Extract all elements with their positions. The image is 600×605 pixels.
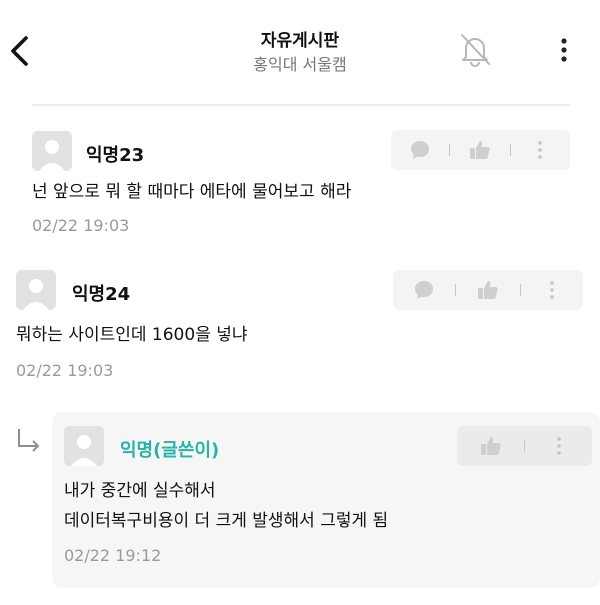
avatar — [32, 131, 72, 171]
anonymous-user-icon — [16, 270, 56, 310]
comment-action-bar — [391, 130, 570, 170]
thumbs-up-icon — [470, 141, 490, 159]
comment-more-button[interactable] — [525, 435, 592, 457]
comment-action-bar — [393, 270, 583, 310]
more-options-button[interactable] — [552, 32, 576, 68]
page-subtitle: 홍익대 서울캠 — [253, 55, 347, 74]
bell-off-icon — [461, 34, 490, 67]
avatar — [64, 426, 104, 466]
reply-comment: 익명(글쓴이) 내가 중간에 실수해서 데이터복구비용이 더 크게 발생해서 그… — [52, 412, 600, 588]
thumbs-up-icon — [478, 281, 498, 299]
like-button[interactable] — [450, 138, 510, 162]
comment-author-op: 익명(글쓴이) — [120, 440, 220, 461]
vertical-dots-icon — [550, 281, 554, 299]
comment-timestamp: 02/22 19:03 — [16, 361, 114, 380]
header-divider — [32, 104, 570, 106]
comment-action-bar — [457, 426, 592, 466]
avatar — [16, 270, 56, 310]
speech-bubble-icon — [415, 281, 433, 299]
like-button[interactable] — [457, 434, 524, 458]
reply-arrow-icon — [14, 426, 44, 456]
page-title: 자유게시판 — [260, 31, 340, 51]
top-bar: 자유게시판 홍익대 서울캠 — [0, 0, 600, 100]
comment-text-line: 데이터복구비용이 더 크게 발생해서 그렇게 됨 — [64, 511, 389, 531]
comment-timestamp: 02/22 19:12 — [64, 546, 162, 565]
vertical-dots-icon — [556, 437, 561, 455]
notification-toggle-button[interactable] — [456, 30, 494, 68]
comment-author: 익명24 — [72, 284, 131, 305]
comment-text-line: 내가 중간에 실수해서 — [64, 481, 216, 501]
like-button[interactable] — [456, 278, 520, 302]
reply-button[interactable] — [393, 278, 455, 302]
vertical-dots-icon — [538, 141, 542, 159]
anonymous-user-icon — [64, 426, 104, 466]
comment-text: 넌 앞으로 뭐 할 때마다 에타에 물어보고 해라 — [32, 182, 352, 202]
comment-author: 익명23 — [86, 145, 145, 166]
thumbs-up-icon — [480, 437, 501, 455]
anonymous-user-icon — [32, 131, 72, 171]
comment-more-button[interactable] — [521, 279, 583, 301]
vertical-dots-icon — [561, 38, 567, 62]
comment-timestamp: 02/22 19:03 — [32, 216, 130, 235]
speech-bubble-icon — [411, 141, 429, 159]
comment-text: 뭐하는 사이트인데 1600을 넣냐 — [16, 325, 248, 345]
reply-button[interactable] — [391, 138, 449, 162]
comment-more-button[interactable] — [511, 139, 569, 161]
